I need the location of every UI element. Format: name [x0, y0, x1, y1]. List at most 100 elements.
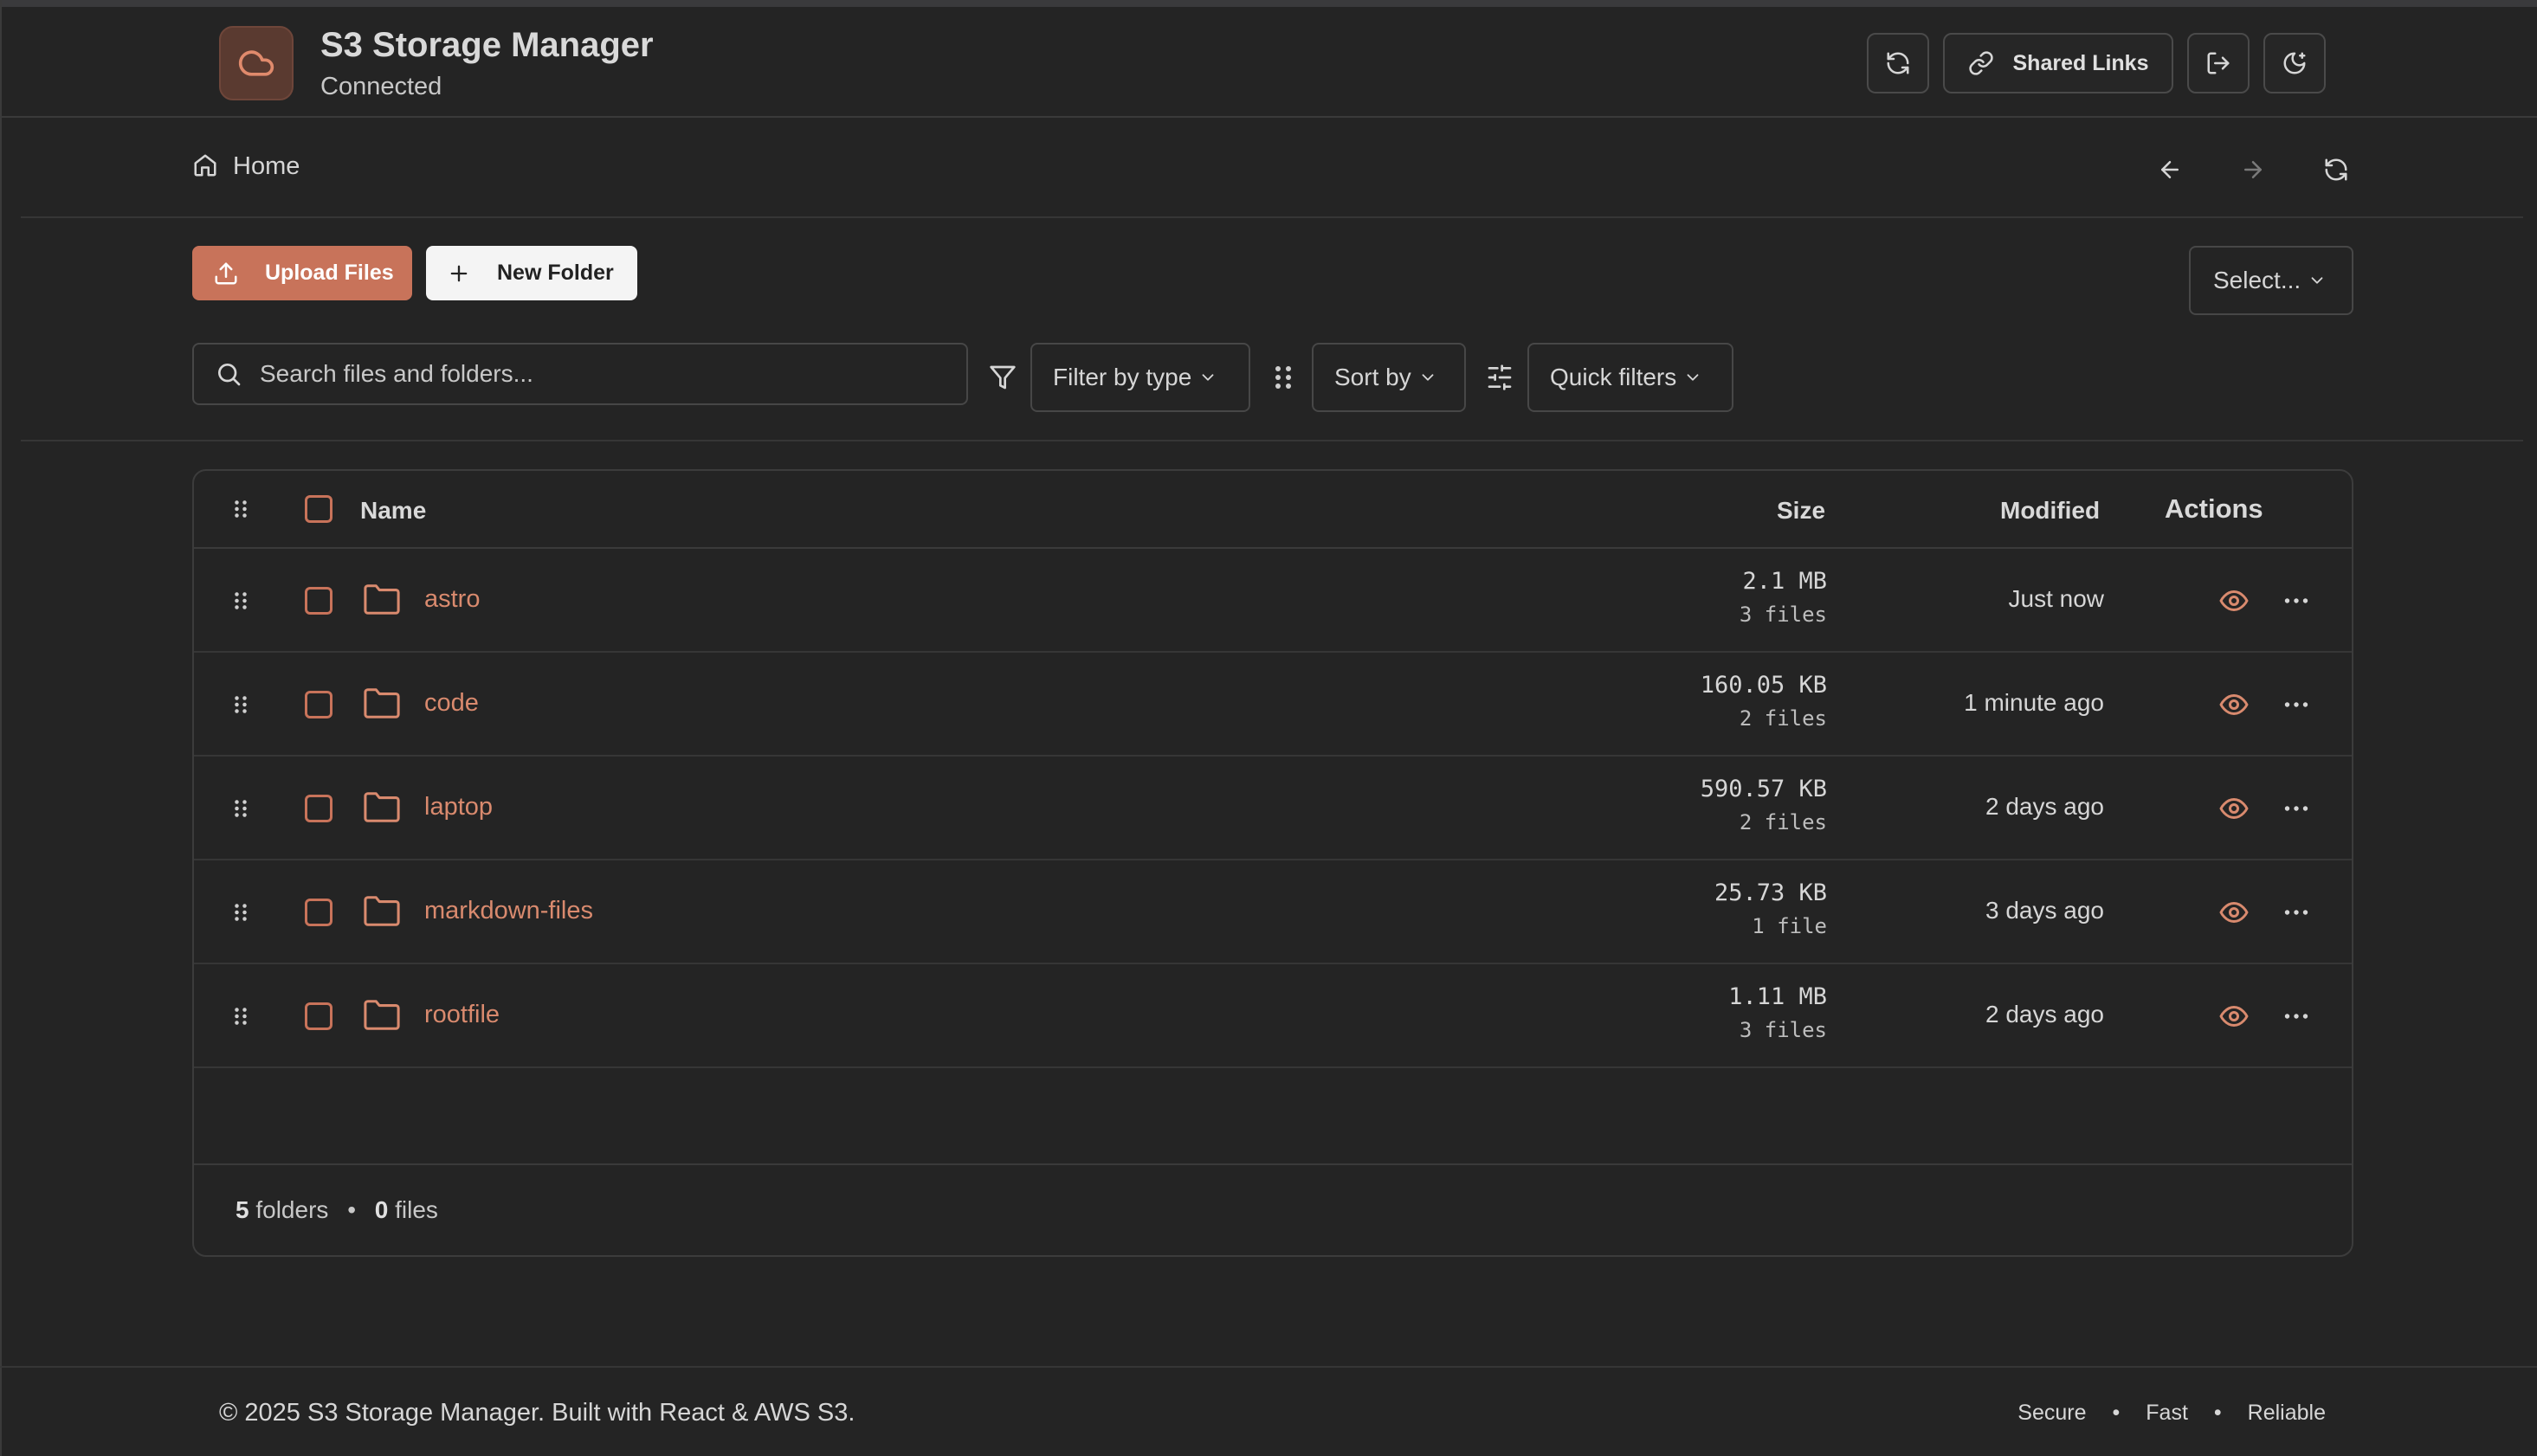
- select-label: Select...: [2213, 267, 2301, 293]
- row-checkbox[interactable]: [305, 899, 332, 926]
- arrow-right-icon: [2244, 161, 2262, 178]
- drag-handle-icon[interactable]: [230, 897, 251, 928]
- drag-handle-icon[interactable]: [230, 689, 251, 720]
- more-icon[interactable]: [2281, 897, 2312, 932]
- folder-name-link[interactable]: rootfile: [424, 1001, 500, 1029]
- link-icon: [1968, 51, 1993, 75]
- select-dropdown[interactable]: Select...: [2189, 246, 2353, 315]
- forward-button[interactable]: [2236, 152, 2270, 187]
- column-header-size[interactable]: Size: [1777, 497, 1825, 525]
- summary-separator: •: [347, 1196, 356, 1223]
- more-icon[interactable]: [2281, 585, 2312, 621]
- upload-files-label: Upload Files: [265, 261, 394, 285]
- folder-name-link[interactable]: astro: [424, 585, 480, 614]
- eye-icon[interactable]: [2218, 585, 2250, 621]
- size-value: 2.1 MB: [1742, 568, 1827, 595]
- folder-icon: [362, 997, 402, 1038]
- table-row[interactable]: astro 2.1 MB 3 files Just now: [194, 549, 2352, 653]
- folder-name-link[interactable]: code: [424, 689, 479, 718]
- page-footer: © 2025 S3 Storage Manager. Built with Re…: [0, 1366, 2537, 1456]
- row-checkbox[interactable]: [305, 795, 332, 822]
- breadcrumb-home[interactable]: Home: [233, 152, 300, 181]
- folder-icon: [362, 582, 402, 622]
- drag-handle-icon[interactable]: [230, 1001, 251, 1032]
- search-box[interactable]: [192, 343, 968, 405]
- size-value: 1.11 MB: [1728, 983, 1827, 1010]
- folder-name-link[interactable]: laptop: [424, 793, 493, 821]
- theme-toggle-icon: [2283, 52, 2306, 74]
- drag-handle-icon[interactable]: [230, 585, 251, 616]
- file-count: 1 file: [1752, 914, 1827, 938]
- home-icon[interactable]: [192, 152, 218, 183]
- sliders-icon: [1482, 360, 1517, 395]
- table-row[interactable]: markdown-files 25.73 KB 1 file 3 days ag…: [194, 860, 2352, 964]
- search-icon: [218, 364, 241, 386]
- search-input[interactable]: [260, 360, 952, 388]
- drag-handle-icon: [1266, 360, 1301, 395]
- window-top-strip: [0, 0, 2537, 7]
- modified-date: Just now: [2008, 585, 2105, 612]
- sort-by-dropdown[interactable]: Sort by: [1312, 343, 1466, 412]
- eye-icon[interactable]: [2218, 793, 2250, 828]
- row-checkbox[interactable]: [305, 691, 332, 718]
- table-row[interactable]: rootfile 1.11 MB 3 files 2 days ago: [194, 964, 2352, 1068]
- file-count: 3 files: [1739, 1018, 1827, 1042]
- reload-button[interactable]: [2319, 152, 2353, 187]
- quick-filters-label: Quick filters: [1550, 364, 1677, 390]
- theme-toggle-button[interactable]: [2263, 33, 2326, 93]
- modified-date: 2 days ago: [1985, 793, 2104, 820]
- breadcrumb-bar: Home: [21, 118, 2523, 218]
- more-icon[interactable]: [2281, 689, 2312, 725]
- row-checkbox[interactable]: [305, 587, 332, 615]
- new-folder-label: New Folder: [497, 261, 614, 285]
- file-count: 3 files: [1739, 602, 1827, 627]
- table-row[interactable]: code 160.05 KB 2 files 1 minute ago: [194, 653, 2352, 757]
- modified-date: 3 days ago: [1985, 897, 2104, 924]
- footer-tags: Secure • Fast • Reliable: [2017, 1401, 2326, 1426]
- folder-name-link[interactable]: markdown-files: [424, 897, 593, 925]
- folder-icon: [362, 789, 402, 830]
- filter-type-dropdown[interactable]: Filter by type: [1030, 343, 1250, 412]
- refresh-icon: [1887, 52, 1909, 74]
- chevron-down-icon: [1683, 368, 1702, 387]
- shared-links-button[interactable]: Shared Links: [1943, 33, 2173, 93]
- size-value: 25.73 KB: [1714, 879, 1827, 906]
- toolbar-divider: [21, 440, 2523, 441]
- eye-icon[interactable]: [2218, 1001, 2250, 1036]
- chevron-down-icon: [2308, 271, 2327, 290]
- eye-icon[interactable]: [2218, 897, 2250, 932]
- window-left-edge: [0, 0, 2, 1456]
- refresh-button[interactable]: [1867, 33, 1929, 93]
- modified-date: 2 days ago: [1985, 1001, 2104, 1028]
- app-logo: [219, 26, 294, 100]
- refresh-icon: [2325, 158, 2347, 181]
- folders-count: 5: [236, 1196, 249, 1223]
- back-button[interactable]: [2153, 152, 2187, 187]
- folder-icon: [362, 893, 402, 934]
- column-header-modified[interactable]: Modified: [2000, 497, 2100, 525]
- quick-filters-dropdown[interactable]: Quick filters: [1527, 343, 1733, 412]
- filter-type-label: Filter by type: [1053, 364, 1192, 390]
- eye-icon[interactable]: [2218, 689, 2250, 725]
- footer-tag-secure: Secure: [2017, 1401, 2087, 1425]
- more-icon[interactable]: [2281, 1001, 2312, 1036]
- cloud-icon: [238, 50, 274, 76]
- file-count: 2 files: [1739, 706, 1827, 731]
- table-row[interactable]: laptop 590.57 KB 2 files 2 days ago: [194, 757, 2352, 860]
- drag-handle-icon[interactable]: [230, 793, 251, 824]
- copyright-text: © 2025 S3 Storage Manager. Built with Re…: [219, 1399, 855, 1427]
- upload-files-button[interactable]: Upload Files: [192, 246, 412, 300]
- more-icon[interactable]: [2281, 793, 2312, 828]
- new-folder-button[interactable]: New Folder: [426, 246, 637, 300]
- folder-icon: [362, 686, 402, 726]
- footer-tag-reliable: Reliable: [2247, 1401, 2326, 1425]
- row-checkbox[interactable]: [305, 1002, 332, 1030]
- upload-icon: [215, 262, 237, 284]
- arrow-left-icon: [2161, 161, 2179, 178]
- logout-button[interactable]: [2187, 33, 2250, 93]
- plus-icon: [450, 265, 468, 281]
- column-header-name[interactable]: Name: [360, 497, 426, 525]
- select-all-checkbox[interactable]: [305, 495, 332, 523]
- folders-label: folders: [255, 1196, 329, 1223]
- files-count: 0: [374, 1196, 389, 1223]
